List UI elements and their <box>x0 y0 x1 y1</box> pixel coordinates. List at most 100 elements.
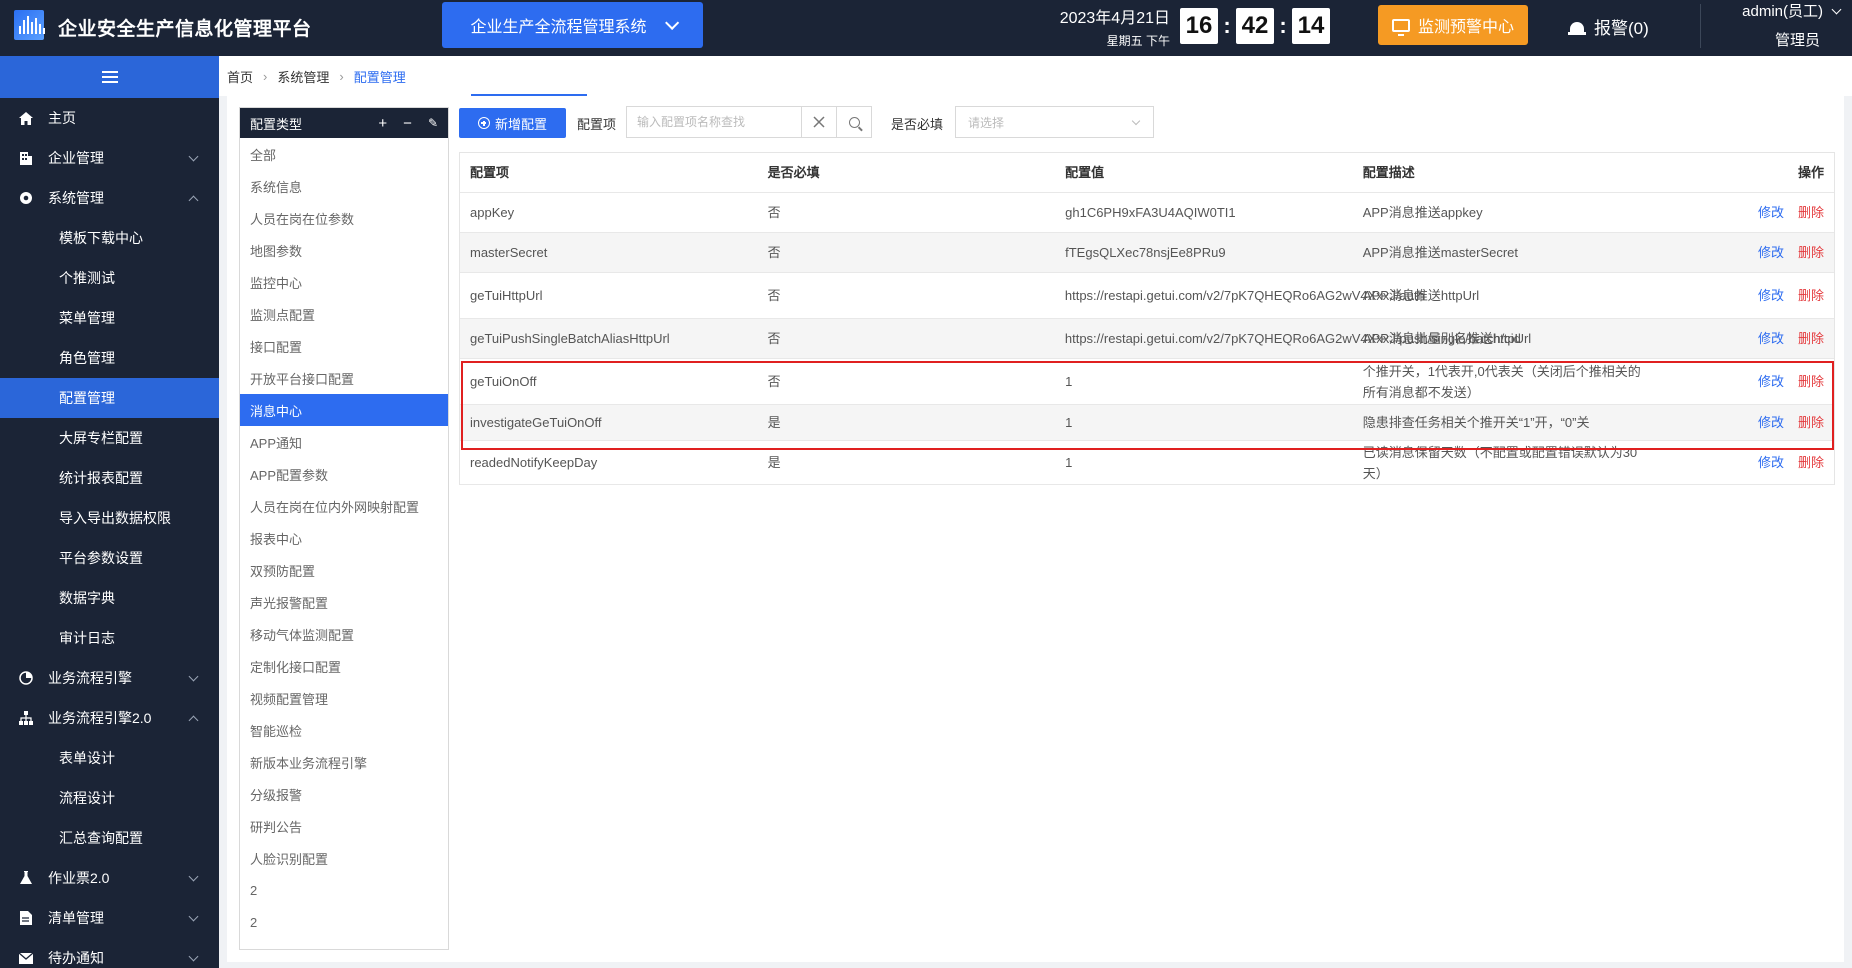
sidebar-item-list[interactable]: 清单管理 <box>0 898 219 938</box>
sidebar-subitem[interactable]: 大屏专栏配置 <box>0 418 219 458</box>
config-value-cell: https://restapi.getui.com/v2/7pK7QHEQRo6… <box>1064 331 1521 346</box>
delete-link[interactable]: 删除 <box>1798 242 1824 263</box>
tree-item[interactable]: 声光报警配置 <box>240 586 448 618</box>
tree-item[interactable]: 人脸识别配置 <box>240 842 448 874</box>
sidebar-subitem[interactable]: 个推测试 <box>0 258 219 298</box>
delete-link[interactable]: 删除 <box>1798 202 1824 223</box>
tree-item[interactable]: 开放平台接口配置 <box>240 362 448 394</box>
tree-item[interactable]: 人员在岗在位内外网映射配置 <box>240 490 448 522</box>
delete-link[interactable]: 删除 <box>1798 285 1824 306</box>
tree-item[interactable]: 全部 <box>240 138 448 170</box>
tree-item[interactable]: 新版本业务流程引擎 <box>240 746 448 778</box>
sidebar-subitem[interactable]: 模板下载中心 <box>0 218 219 258</box>
sidebar-subitem[interactable]: 统计报表配置 <box>0 458 219 498</box>
column-header-actions: 操作 <box>1797 165 1824 180</box>
tree-item[interactable]: 视频配置管理 <box>240 682 448 714</box>
config-desc-cell: APP消息推送masterSecret <box>1362 245 1519 260</box>
search-input[interactable] <box>627 107 801 137</box>
table-row: masterSecret 否 fTEgsQLXec78nsjEe8PRu9 APP消息… <box>460 233 1834 273</box>
sidebar-subitem[interactable]: 汇总查询配置 <box>0 818 219 858</box>
actions-cell: 修改 删除 <box>1650 328 1834 349</box>
tree-item[interactable]: 研判公告 <box>240 810 448 842</box>
tree-item[interactable]: 2 <box>240 874 448 906</box>
tree-item[interactable]: 人员在岗在位参数 <box>240 202 448 234</box>
tree-item[interactable]: 分级报警 <box>240 778 448 810</box>
actions-cell: 修改 删除 <box>1650 452 1834 473</box>
sidebar-item-workflow-2[interactable]: 业务流程引擎2.0 <box>0 698 219 738</box>
monitor-center-label: 监测预警中心 <box>1417 19 1514 36</box>
sidebar-item-work-ticket[interactable]: 作业票2.0 <box>0 858 219 898</box>
sidebar-subitem[interactable]: 导入导出数据权限 <box>0 498 219 538</box>
sidebar-item-enterprise[interactable]: 企业管理 <box>0 138 219 178</box>
delete-link[interactable]: 删除 <box>1798 412 1824 433</box>
required-select[interactable]: 请选择 <box>955 106 1154 138</box>
system-switch-dropdown[interactable]: 企业生产全流程管理系统 <box>442 2 703 48</box>
config-value-cell: fTEgsQLXec78nsjEe8PRu9 <box>1065 245 1226 260</box>
sidebar-subitem[interactable]: 审计日志 <box>0 618 219 658</box>
actions-cell: 修改 删除 <box>1650 371 1834 392</box>
chevron-down-icon <box>1131 116 1141 126</box>
tree-item[interactable]: 地图参数 <box>240 234 448 266</box>
table-row: readedNotifyKeepDay 是 1 已读消息保留天数（不配置或配置错误默认… <box>460 441 1834 485</box>
add-type-icon[interactable]: + <box>378 115 387 132</box>
column-header-required: 是否必填 <box>767 165 820 180</box>
table-header: 配置项 是否必填 配置值 配置描述 操作 <box>460 153 1834 193</box>
config-value-cell: 1 <box>1065 415 1073 430</box>
tree-item[interactable]: 监控中心 <box>240 266 448 298</box>
sidebar-item-home[interactable]: 主页 <box>0 98 219 138</box>
add-config-button[interactable]: 新增配置 <box>459 108 566 138</box>
sidebar-subitem-active[interactable]: 配置管理 <box>0 378 219 418</box>
monitor-icon <box>1391 18 1410 36</box>
chevron-up-icon <box>188 715 199 726</box>
clear-button[interactable] <box>801 107 836 137</box>
tree-item[interactable]: 移动气体监测配置 <box>240 618 448 650</box>
delete-link[interactable]: 删除 <box>1798 328 1824 349</box>
tree-item[interactable]: 系统信息 <box>240 170 448 202</box>
delete-link[interactable]: 删除 <box>1798 371 1824 392</box>
edit-link[interactable]: 修改 <box>1758 202 1784 223</box>
sidebar-item-workflow[interactable]: 业务流程引擎 <box>0 658 219 698</box>
edit-link[interactable]: 修改 <box>1758 242 1784 263</box>
weekday-text: 星期五 下午 <box>1106 34 1170 48</box>
delete-link[interactable]: 删除 <box>1798 452 1824 473</box>
edit-link[interactable]: 修改 <box>1758 412 1784 433</box>
config-key-cell: investigateGeTuiOnOff <box>470 415 602 430</box>
sidebar-item-todo[interactable]: 待办通知 <box>0 938 219 968</box>
sidebar-item-system[interactable]: 系统管理 <box>0 178 219 218</box>
edit-type-icon[interactable]: ✎ <box>428 116 438 130</box>
alarm-bell-icon <box>1568 19 1586 35</box>
config-key-cell: geTuiOnOff <box>470 374 537 389</box>
tree-header: 配置类型 + − ✎ <box>240 108 448 138</box>
building-icon <box>18 150 34 166</box>
tree-item[interactable]: 接口配置 <box>240 330 448 362</box>
tree-item[interactable]: 双预防配置 <box>240 554 448 586</box>
breadcrumb: 首页 › 系统管理 › 配置管理 <box>219 56 1852 96</box>
sidebar-subitem[interactable]: 表单设计 <box>0 738 219 778</box>
sidebar-subitem[interactable]: 角色管理 <box>0 338 219 378</box>
sidebar-subitem[interactable]: 数据字典 <box>0 578 219 618</box>
tree-item[interactable]: APP配置参数 <box>240 458 448 490</box>
sidebar-subitem[interactable]: 平台参数设置 <box>0 538 219 578</box>
remove-type-icon[interactable]: − <box>403 115 412 132</box>
tree-item[interactable]: 2 <box>240 906 448 938</box>
breadcrumb-system[interactable]: 系统管理 <box>277 67 329 86</box>
tree-item[interactable]: 定制化接口配置 <box>240 650 448 682</box>
sidebar-subitem[interactable]: 菜单管理 <box>0 298 219 338</box>
tree-item-active[interactable]: 消息中心 <box>240 394 448 426</box>
tree-item[interactable]: 报表中心 <box>240 522 448 554</box>
monitor-center-button[interactable]: 监测预警中心 <box>1378 5 1528 45</box>
sidebar-subitem[interactable]: 流程设计 <box>0 778 219 818</box>
user-menu[interactable]: admin(员工) 管理员 <box>1720 0 1842 50</box>
tree-item[interactable]: 智能巡检 <box>240 714 448 746</box>
sidebar-toggle[interactable] <box>0 56 219 98</box>
tree-item[interactable]: APP通知 <box>240 426 448 458</box>
edit-link[interactable]: 修改 <box>1758 328 1784 349</box>
edit-link[interactable]: 修改 <box>1758 371 1784 392</box>
alarm-button[interactable]: 报警(0) <box>1568 14 1649 39</box>
breadcrumb-home[interactable]: 首页 <box>227 67 253 86</box>
search-button[interactable] <box>836 107 871 137</box>
edit-link[interactable]: 修改 <box>1758 285 1784 306</box>
config-desc-cell: 个推开关，1代表开,0代表关（关闭后个推相关的所有消息都不发送） <box>1362 363 1641 400</box>
edit-link[interactable]: 修改 <box>1758 452 1784 473</box>
tree-item[interactable]: 监测点配置 <box>240 298 448 330</box>
